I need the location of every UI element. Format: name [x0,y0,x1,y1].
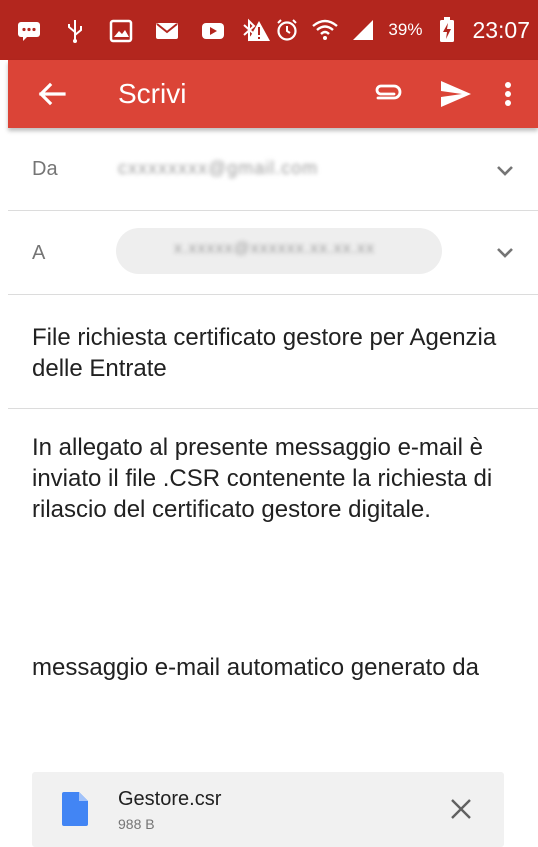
message-footer-text[interactable]: messaggio e-mail automatico generato da [32,652,512,683]
app-toolbar: Scrivi [8,60,538,128]
subject-field[interactable]: File richiesta certificato gestore per A… [32,322,502,384]
system-icons: 39% 23:07 [236,14,530,46]
more-vert-icon[interactable] [496,76,520,112]
status-bar: 39% 23:07 [0,0,538,60]
recipient-chip[interactable]: x.xxxxx@xxxxxx.xx.xx.xx [116,228,442,274]
battery-percent: 39% [388,20,423,39]
from-label: Da [32,158,58,180]
chat-icon [16,18,42,44]
attachment-card[interactable]: Gestore.csr 988 B [32,772,504,847]
recipient-address: x.xxxxx@xxxxxx.xx.xx.xx [174,240,376,257]
clock: 23:07 [472,16,530,43]
usb-icon [62,18,88,44]
paperclip-icon[interactable] [370,76,406,112]
chevron-down-icon[interactable] [492,157,518,183]
to-label: A [32,242,46,264]
file-icon [62,792,88,826]
from-row[interactable]: Da cxxxxxxxx@gmail.com [8,128,538,211]
video-icon [200,18,226,44]
mail-icon [154,18,180,44]
close-icon[interactable] [448,796,474,822]
page-title: Scrivi [118,78,187,109]
image-icon [108,18,134,44]
bluetooth-icon [236,17,262,43]
chevron-down-icon[interactable] [492,239,518,265]
battery-charging-icon [434,17,460,43]
message-body[interactable]: In allegato al presente messaggio e-mail… [32,432,512,525]
from-value[interactable]: cxxxxxxxx@gmail.com [118,158,318,179]
alarm-icon [274,17,300,43]
send-icon[interactable] [438,76,474,112]
attachment-name: Gestore.csr [118,788,222,810]
subject-row[interactable]: File richiesta certificato gestore per A… [8,294,538,409]
wifi-icon [312,17,339,43]
signal-icon [350,17,376,43]
notification-icons [16,16,272,46]
back-arrow-icon[interactable] [34,76,70,112]
attachment-size: 988 B [118,816,155,832]
to-row[interactable]: A x.xxxxx@xxxxxx.xx.xx.xx [8,210,538,295]
